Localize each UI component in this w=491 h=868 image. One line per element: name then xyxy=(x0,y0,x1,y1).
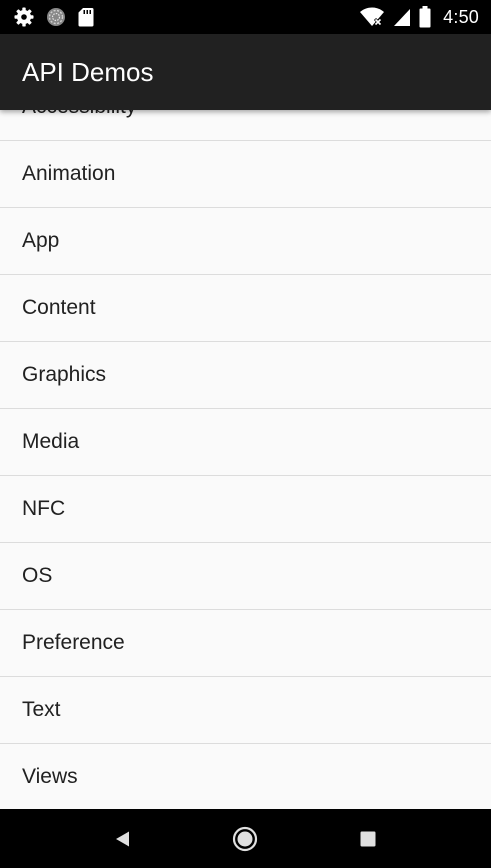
recents-icon xyxy=(360,831,376,847)
list-item-animation[interactable]: Animation xyxy=(0,141,491,208)
sync-icon xyxy=(46,7,66,27)
list-item-nfc[interactable]: NFC xyxy=(0,476,491,543)
list-item-label: Animation xyxy=(22,162,116,185)
status-bar: 4:50 xyxy=(0,0,491,34)
list-item-app[interactable]: App xyxy=(0,208,491,275)
demo-list-viewport[interactable]: Accessibility Animation App Content Grap… xyxy=(0,110,491,809)
list-item-label: Graphics xyxy=(22,363,107,386)
list-item-views[interactable]: Views xyxy=(0,744,491,809)
back-button[interactable] xyxy=(93,809,153,868)
home-button[interactable] xyxy=(215,809,275,868)
list-item-graphics[interactable]: Graphics xyxy=(0,342,491,409)
list-item-content[interactable]: Content xyxy=(0,275,491,342)
list-item-label: Media xyxy=(22,430,80,453)
back-icon xyxy=(114,830,132,848)
list-item-label: NFC xyxy=(22,497,66,520)
clock: 4:50 xyxy=(443,6,479,27)
home-icon xyxy=(232,826,258,852)
cellular-signal-icon xyxy=(393,7,411,27)
list-item-media[interactable]: Media xyxy=(0,409,491,476)
list-item-label: Content xyxy=(22,296,96,319)
list-item-text[interactable]: Text xyxy=(0,677,491,744)
battery-icon xyxy=(419,6,431,28)
system-icons: 4:50 xyxy=(359,5,479,29)
notification-icons xyxy=(14,7,94,27)
list-item-label: App xyxy=(22,229,60,252)
page-title: API Demos xyxy=(22,57,154,87)
list-item-label: OS xyxy=(22,564,53,587)
navigation-bar xyxy=(0,809,491,868)
app-bar: API Demos xyxy=(0,34,491,110)
list-item-label: Preference xyxy=(22,631,125,654)
list-item-label: Views xyxy=(22,765,78,788)
list-item-accessibility[interactable]: Accessibility xyxy=(0,110,491,141)
demo-list: Accessibility Animation App Content Grap… xyxy=(0,110,491,809)
list-item-os[interactable]: OS xyxy=(0,543,491,610)
list-item-label: Accessibility xyxy=(22,110,136,119)
sd-card-icon xyxy=(78,7,94,27)
list-item-preference[interactable]: Preference xyxy=(0,610,491,677)
list-item-label: Text xyxy=(22,698,61,721)
wifi-icon xyxy=(359,7,385,27)
gear-icon xyxy=(14,7,34,27)
recents-button[interactable] xyxy=(338,809,398,868)
